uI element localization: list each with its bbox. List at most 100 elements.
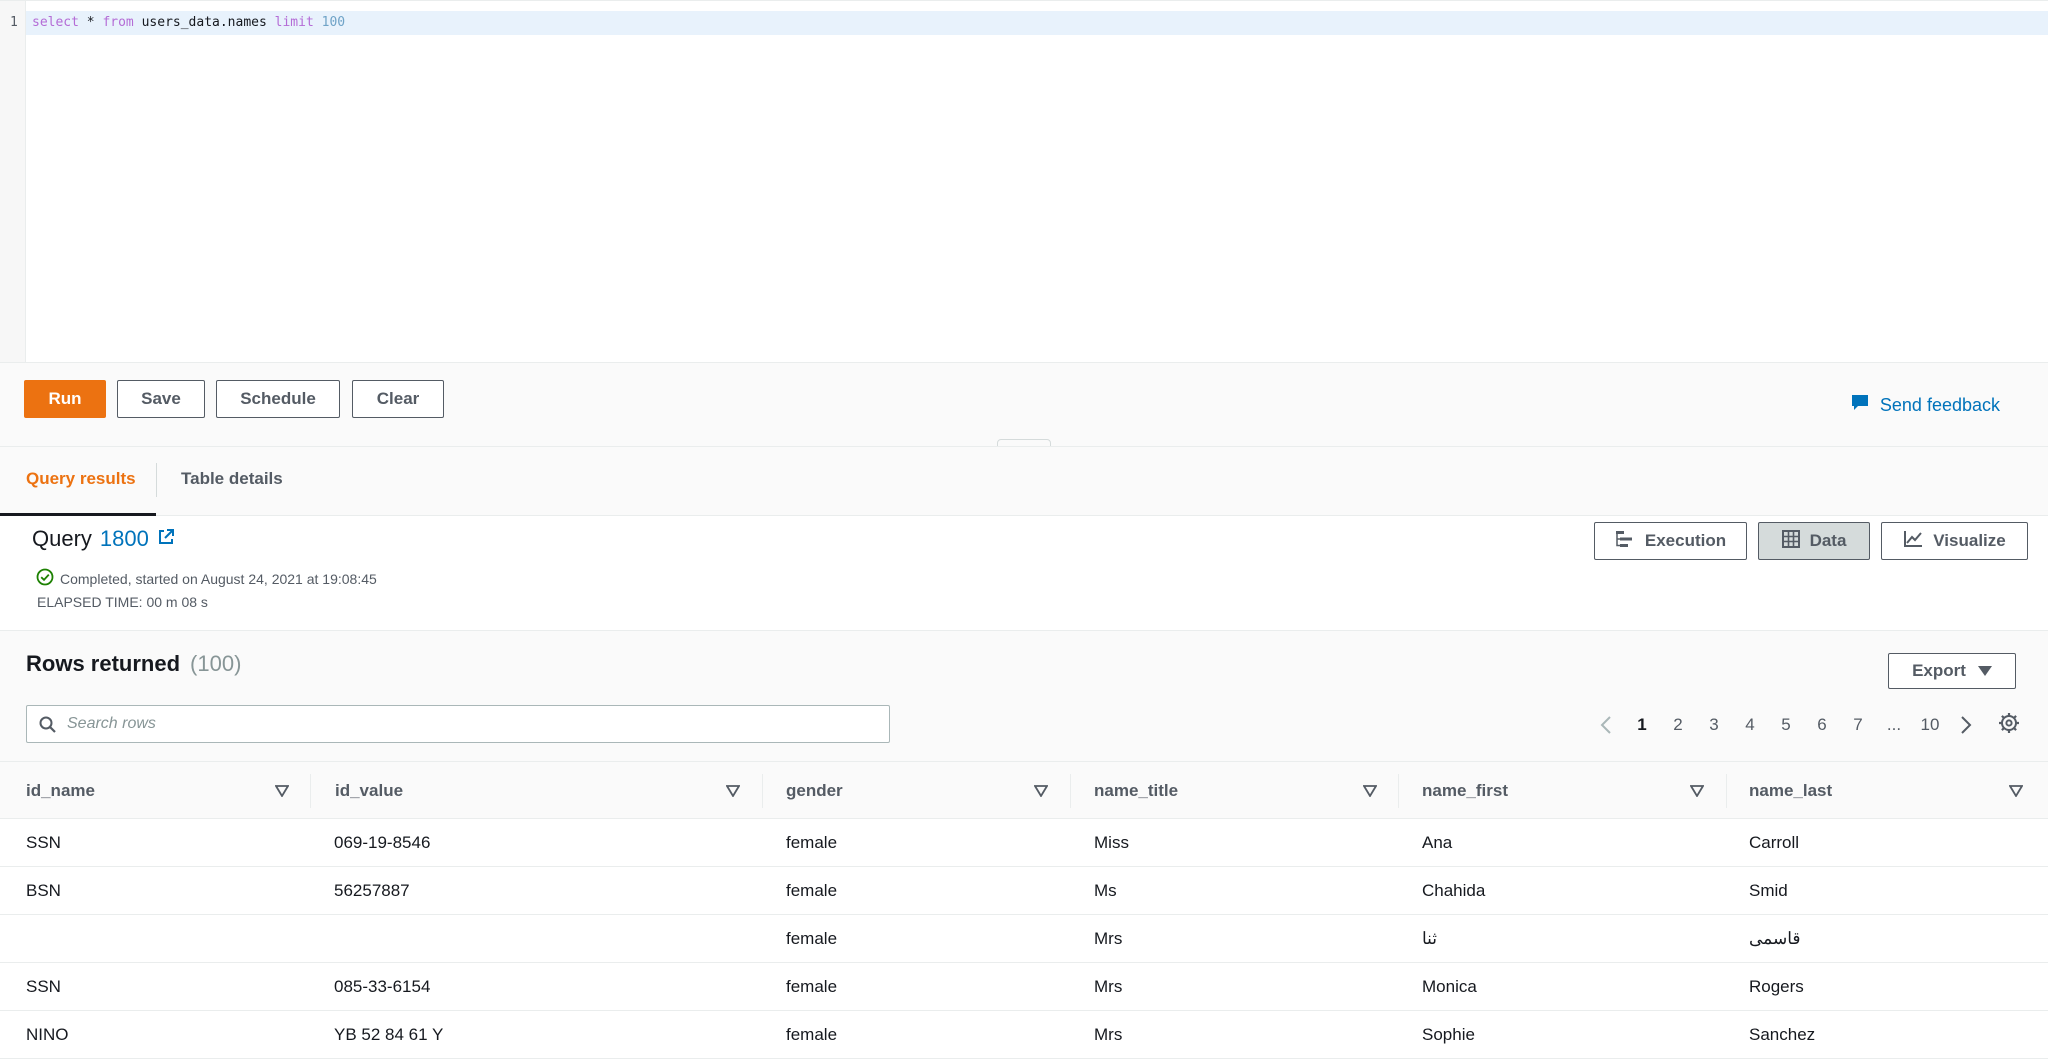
pagination: 1 2 3 4 5 6 7 ... 10	[1588, 711, 1984, 739]
cell-name-first: ثنا	[1422, 928, 1438, 948]
sort-icon[interactable]	[2008, 784, 2024, 802]
results-table-body: SSN 069-19-8546 female Miss Ana Carroll …	[0, 819, 2048, 1059]
column-divider[interactable]	[762, 774, 763, 808]
query-info-panel: Query 1800 Completed, started on August …	[0, 516, 2048, 630]
page-2[interactable]: 2	[1660, 715, 1696, 735]
cell-name-last: Rogers	[1749, 976, 1804, 996]
column-header-name-last[interactable]: name_last	[1749, 762, 1832, 820]
code-table-name: users_data.names	[133, 15, 275, 30]
tab-table-details[interactable]: Table details	[181, 469, 283, 489]
search-icon	[39, 716, 57, 739]
search-rows-box	[26, 705, 890, 743]
table-row: BSN 56257887 female Ms Chahida Smid	[0, 867, 2048, 915]
line-number: 1	[10, 15, 18, 30]
search-rows-input[interactable]	[65, 706, 875, 742]
sort-icon[interactable]	[1033, 784, 1049, 802]
gear-icon[interactable]	[1998, 712, 2020, 739]
export-label: Export	[1912, 661, 1966, 680]
sort-icon[interactable]	[725, 784, 741, 802]
run-button[interactable]: Run	[24, 380, 106, 418]
data-label: Data	[1809, 531, 1847, 550]
page-1[interactable]: 1	[1624, 715, 1660, 735]
cell-name-first: Ana	[1422, 832, 1453, 852]
query-title: Query 1800	[32, 526, 175, 552]
page-7[interactable]: 7	[1840, 715, 1876, 735]
sql-code[interactable]: select * from users_data.names limit 100	[32, 15, 345, 30]
column-header-name-title[interactable]: name_title	[1094, 762, 1178, 820]
schedule-button[interactable]: Schedule	[216, 380, 340, 418]
cell-name-first: Monica	[1422, 976, 1477, 996]
column-divider[interactable]	[1398, 774, 1399, 808]
execution-icon	[1615, 530, 1635, 553]
cell-name-title: Mrs	[1094, 976, 1123, 996]
query-title-prefix: Query	[32, 526, 92, 551]
sql-editor[interactable]: 1 select * from users_data.names limit 1…	[0, 0, 2048, 363]
cell-name-first: Chahida	[1422, 880, 1486, 900]
page-10[interactable]: 10	[1912, 715, 1948, 735]
execution-view-button[interactable]: Execution	[1594, 522, 1747, 560]
cell-gender: female	[786, 928, 838, 948]
table-row: female Mrs ثنا قاسمی	[0, 915, 2048, 963]
query-id-link[interactable]: 1800	[100, 526, 149, 552]
cell-name-last: Smid	[1749, 880, 1788, 900]
page-6[interactable]: 6	[1804, 715, 1840, 735]
cell-name-last: Carroll	[1749, 832, 1800, 852]
cell-name-title: Ms	[1094, 880, 1117, 900]
results-tabs: Query results Table details	[0, 446, 2048, 516]
keyword-select: select	[32, 15, 79, 30]
line-chart-icon	[1903, 530, 1923, 553]
keyword-limit: limit	[274, 15, 314, 30]
save-button[interactable]: Save	[117, 380, 205, 418]
column-divider[interactable]	[1726, 774, 1727, 808]
results-table-header: id_name id_value gender name_title name_…	[0, 761, 2048, 819]
execution-label: Execution	[1644, 531, 1727, 550]
query-status-text: Completed, started on August 24, 2021 at…	[60, 570, 377, 587]
cell-name-last: قاسمی	[1749, 928, 1801, 948]
code-star: *	[78, 15, 103, 30]
table-grid-icon	[1781, 529, 1800, 553]
cell-gender: female	[786, 976, 838, 996]
page-ellipsis: ...	[1886, 715, 1902, 734]
cell-id-value: 069-19-8546	[334, 832, 431, 852]
rows-count: (100)	[190, 651, 242, 676]
keyword-from: from	[102, 15, 134, 30]
tab-query-results[interactable]: Query results	[26, 469, 136, 489]
column-header-id-name[interactable]: id_name	[26, 762, 95, 820]
send-feedback-link[interactable]: Send feedback	[1850, 393, 2000, 418]
column-header-id-value[interactable]: id_value	[335, 762, 403, 820]
code-limit-value: 100	[321, 15, 346, 30]
page-5[interactable]: 5	[1768, 715, 1804, 735]
column-divider[interactable]	[310, 774, 311, 808]
export-button[interactable]: Export	[1888, 653, 2016, 689]
cell-id-name: SSN	[26, 976, 61, 996]
query-status: Completed, started on August 24, 2021 at…	[36, 568, 377, 589]
page-3[interactable]: 3	[1696, 715, 1732, 735]
cell-id-value: 56257887	[334, 880, 410, 900]
sort-icon[interactable]	[1362, 784, 1378, 802]
rows-returned-heading: Rows returned (100)	[26, 651, 241, 677]
rows-returned-label: Rows returned	[26, 651, 181, 676]
cell-id-name: BSN	[26, 880, 61, 900]
column-header-gender[interactable]: gender	[786, 762, 843, 820]
visualize-view-button[interactable]: Visualize	[1881, 522, 2028, 560]
next-page-icon[interactable]	[1948, 715, 1984, 735]
column-header-name-first[interactable]: name_first	[1422, 762, 1508, 820]
cell-name-title: Miss	[1094, 832, 1129, 852]
data-view-button[interactable]: Data	[1758, 522, 1870, 560]
sort-icon[interactable]	[1689, 784, 1705, 802]
cell-id-value: 085-33-6154	[334, 976, 431, 996]
success-check-icon	[36, 568, 54, 589]
feedback-icon	[1850, 393, 1870, 418]
table-row: NINO YB 52 84 61 Y female Mrs Sophie San…	[0, 1011, 2048, 1059]
clear-button[interactable]: Clear	[352, 380, 444, 418]
cell-id-name: SSN	[26, 832, 61, 852]
cell-name-title: Mrs	[1094, 928, 1123, 948]
cell-gender: female	[786, 832, 838, 852]
external-link-icon[interactable]	[157, 526, 175, 552]
page-4[interactable]: 4	[1732, 715, 1768, 735]
column-divider[interactable]	[1070, 774, 1071, 808]
previous-page-icon[interactable]	[1588, 715, 1624, 735]
results-panel: Rows returned (100) Export 1 2 3 4 5 6 7 …	[0, 630, 2048, 1059]
sort-icon[interactable]	[274, 784, 290, 802]
